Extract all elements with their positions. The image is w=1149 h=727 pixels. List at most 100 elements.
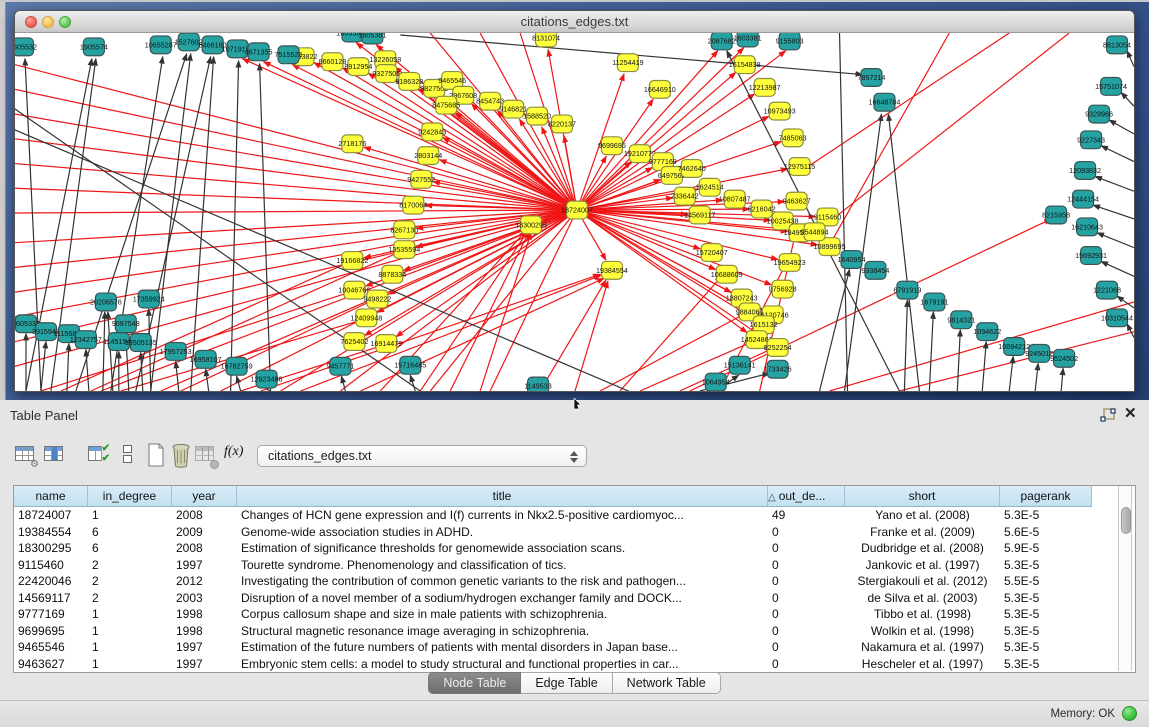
graph-node[interactable]: 2336442 (671, 187, 699, 205)
graph-node[interactable]: 1605381 (358, 33, 386, 44)
table-row[interactable]: 1830029562008Estimation of significance … (14, 540, 1135, 557)
graph-node[interactable]: 1588520 (523, 107, 551, 125)
graph-node[interactable]: 13535594 (388, 241, 420, 259)
graph-node[interactable]: 9155803 (776, 33, 804, 50)
graph-node[interactable]: 16646910 (644, 80, 676, 98)
network-canvas[interactable]: 1872400776638228660128891295413226058932… (15, 33, 1134, 391)
graph-node[interactable]: 11254419 (612, 54, 643, 72)
new-column-icon[interactable] (144, 442, 168, 468)
graph-node[interactable]: 19384554 (596, 261, 628, 279)
table-row[interactable]: 1456911722003Disruption of a novel membe… (14, 590, 1135, 607)
table-row[interactable]: 1872400712008Changes of HCN gene express… (14, 507, 1135, 524)
graph-node[interactable]: 15716485 (394, 356, 426, 374)
graph-node[interactable]: 9699695 (598, 137, 626, 155)
graph-node[interactable]: 6791919 (893, 281, 921, 299)
table-row[interactable]: 946362711997Embryonic stem cells: a mode… (14, 656, 1135, 673)
graph-node[interactable]: 8186328 (395, 73, 423, 91)
graph-node[interactable]: 17359924 (133, 290, 165, 308)
graph-node[interactable]: 10973493 (764, 102, 796, 120)
graph-node[interactable]: 9756928 (769, 280, 797, 298)
graph-node[interactable]: 2803144 (414, 147, 442, 165)
column-header-short[interactable]: short (845, 486, 1000, 507)
graph-node[interactable]: 1679191 (920, 293, 948, 311)
network-window-titlebar[interactable]: citations_edges.txt (15, 11, 1134, 33)
float-window-icon[interactable] (1100, 408, 1116, 422)
graph-node[interactable]: 6216042 (748, 200, 776, 218)
graph-node[interactable]: 1149533 (524, 377, 551, 391)
graph-node[interactable]: 7857214 (857, 69, 885, 87)
graph-node[interactable]: 9227343 (1077, 131, 1105, 149)
graph-node[interactable]: 1221068 (1093, 281, 1121, 299)
graph-node[interactable]: 9457771 (326, 357, 354, 375)
graph-node[interactable]: 16958107 (190, 350, 222, 368)
graph-node[interactable]: 8170064 (399, 196, 427, 214)
graph-node[interactable]: 8267130 (390, 221, 418, 239)
graph-node[interactable]: 10688609 (711, 265, 743, 283)
graph-node[interactable]: 7625402 (340, 333, 368, 351)
column-header-pagerank[interactable]: pagerank (1000, 486, 1092, 507)
column-header-out_de[interactable]: △out_de... (768, 486, 845, 507)
column-header-year[interactable]: year (172, 486, 237, 507)
graph-node[interactable]: 1905574 (80, 38, 108, 56)
scrollbar-thumb[interactable] (1121, 507, 1131, 534)
graph-node[interactable]: 16914479 (370, 335, 402, 353)
table-row[interactable]: 969969511998Structural magnetic resonanc… (14, 623, 1135, 640)
graph-node[interactable]: 7462640 (678, 160, 706, 178)
graph-node[interactable]: 8252254 (764, 339, 792, 357)
graph-node[interactable]: 15751074 (1095, 78, 1127, 96)
graph-node[interactable]: 2087682 (708, 33, 736, 50)
graph-node[interactable]: 4671355 (245, 43, 273, 61)
delete-column-icon[interactable] (169, 442, 193, 468)
graph-node[interactable]: 8912954 (344, 58, 372, 76)
tab-network-table[interactable]: Network Table (613, 672, 721, 694)
close-panel-icon[interactable]: ✕ (1124, 404, 1137, 422)
graph-node[interactable]: 1733426 (764, 360, 792, 378)
graph-node[interactable]: 8660128 (318, 53, 346, 71)
table-row[interactable]: 911546021997Tourette syndrome. Phenomeno… (14, 557, 1135, 574)
row-height-icon[interactable] (117, 442, 141, 468)
graph-node[interactable]: 1094622 (973, 323, 1001, 341)
graph-node[interactable]: 9245012 (1025, 345, 1053, 363)
tab-edge-table[interactable]: Edge Table (521, 672, 612, 694)
column-header-title[interactable]: title (237, 486, 768, 507)
table-row[interactable]: 2242004622012Investigating the contribut… (14, 573, 1135, 590)
graph-node[interactable]: 8131074 (532, 33, 560, 47)
table-row[interactable]: 1938455462009Genome-wide association stu… (14, 524, 1135, 541)
graph-node[interactable]: 7515526 (275, 46, 303, 64)
graph-node[interactable]: 9329966 (1085, 105, 1113, 123)
graph-node[interactable]: 9097548 (112, 315, 140, 333)
graph-node[interactable]: 9463627 (783, 192, 811, 210)
function-builder-icon[interactable]: f(x) (224, 444, 248, 470)
graph-node[interactable]: 8475685 (432, 96, 460, 114)
graph-node[interactable]: 9498222 (363, 290, 391, 308)
graph-node[interactable]: 9338454 (861, 261, 889, 279)
select-columns-icon[interactable]: ✔✔ (86, 442, 110, 468)
show-columns-icon[interactable] (42, 442, 66, 468)
graph-node[interactable]: 9242843 (418, 123, 446, 141)
table-mode-icon[interactable]: ⚙ (13, 442, 37, 468)
graph-node[interactable]: 8813054 (1103, 36, 1131, 54)
vertical-scrollbar[interactable] (1118, 486, 1132, 671)
graph-node[interactable]: 8220137 (548, 115, 576, 133)
graph-node[interactable]: 1603381 (734, 33, 762, 47)
table-row[interactable]: 946554611997Estimation of the future num… (14, 639, 1135, 656)
graph-node[interactable]: 10807487 (719, 190, 751, 208)
graph-node[interactable]: 2718176 (338, 135, 366, 153)
graph-node[interactable]: 1640954 (838, 251, 866, 269)
graph-node[interactable]: 7485063 (779, 129, 807, 147)
tab-node-table[interactable]: Node Table (428, 672, 521, 694)
graph-node[interactable]: 8215958 (1042, 206, 1070, 224)
column-header-in_degree[interactable]: in_degree (88, 486, 172, 507)
graph-node[interactable]: 9427552 (407, 170, 435, 188)
graph-node[interactable]: 9524502 (1050, 349, 1078, 367)
table-row[interactable]: 977716911998Corpus callosum shape and si… (14, 606, 1135, 623)
column-header-name[interactable]: name (14, 486, 88, 507)
graph-node[interactable]: 8878334 (378, 265, 406, 283)
graph-node[interactable]: 19654923 (774, 254, 806, 272)
graph-node[interactable]: 1624514 (696, 178, 724, 196)
graph-node[interactable]: 1064954 (702, 373, 730, 391)
graph-node[interactable]: 10655287 (145, 36, 177, 54)
graph-node[interactable]: 20206576 (90, 293, 122, 311)
graph-node[interactable]: 10310544 (1101, 309, 1133, 327)
graph-node[interactable]: 9814321 (947, 311, 975, 329)
